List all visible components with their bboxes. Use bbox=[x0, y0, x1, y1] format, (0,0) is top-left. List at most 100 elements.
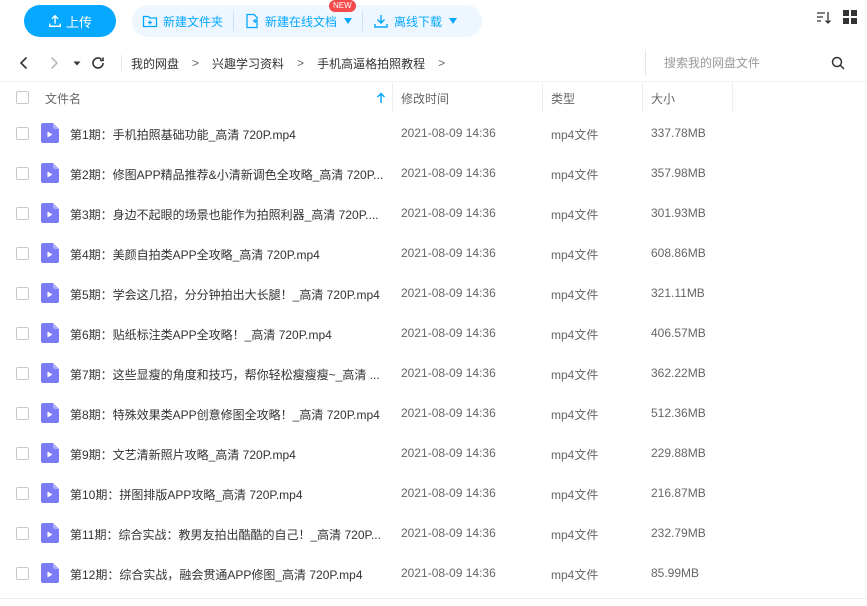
breadcrumb-separator: > bbox=[192, 56, 200, 70]
file-list: 第1期：手机拍照基础功能_高清 720P.mp4 2021-08-09 14:36… bbox=[0, 113, 867, 593]
video-file-icon bbox=[41, 283, 59, 303]
file-modified-time: 2021-08-09 14:36 bbox=[401, 406, 496, 420]
column-divider[interactable] bbox=[392, 83, 393, 113]
table-row[interactable]: 第10期：拼图排版APP攻略_高清 720P.mp4 2021-08-09 14:… bbox=[0, 473, 867, 513]
file-name[interactable]: 第8期：特殊效果类APP创意修图全攻略！_高清 720P.mp4 bbox=[70, 406, 386, 423]
file-size: 406.57MB bbox=[651, 326, 706, 340]
chevron-down-icon bbox=[344, 18, 353, 24]
file-size: 301.93MB bbox=[651, 206, 706, 220]
row-checkbox[interactable] bbox=[16, 287, 29, 300]
table-row[interactable]: 第2期：修图APP精品推荐&小清新调色全攻略_高清 720P... 2021-08… bbox=[0, 153, 867, 193]
file-modified-time: 2021-08-09 14:36 bbox=[401, 246, 496, 260]
row-checkbox[interactable] bbox=[16, 327, 29, 340]
table-row[interactable]: 第9期：文艺清新照片攻略_高清 720P.mp4 2021-08-09 14:36… bbox=[0, 433, 867, 473]
file-size: 321.11MB bbox=[651, 286, 705, 300]
file-size: 362.22MB bbox=[651, 366, 706, 380]
video-file-icon bbox=[41, 443, 59, 463]
forward-icon[interactable] bbox=[46, 55, 62, 71]
new-badge: NEW bbox=[329, 0, 356, 12]
grid-view-icon[interactable] bbox=[842, 9, 858, 25]
file-type: mp4文件 bbox=[551, 128, 599, 142]
select-all-checkbox[interactable] bbox=[16, 91, 29, 104]
file-name[interactable]: 第7期：这些显瘦的角度和技巧，帮你轻松瘦瘦瘦~_高清 ... bbox=[70, 366, 386, 383]
column-header-size[interactable]: 大小 bbox=[651, 83, 675, 113]
refresh-icon[interactable] bbox=[90, 55, 106, 71]
file-size: 337.78MB bbox=[651, 126, 706, 140]
search-box bbox=[645, 50, 855, 76]
column-header-type[interactable]: 类型 bbox=[551, 83, 575, 113]
column-header-name[interactable]: 文件名 bbox=[45, 83, 81, 113]
offline-download-button[interactable]: 离线下载 bbox=[362, 11, 467, 31]
file-name[interactable]: 第12期：综合实战，融会贯通APP修图_高清 720P.mp4 bbox=[70, 566, 386, 583]
table-row[interactable]: 第11期：综合实战：教男友拍出酷酷的自己！_高清 720P... 2021-08-… bbox=[0, 513, 867, 553]
search-input[interactable] bbox=[664, 56, 824, 70]
breadcrumb-item[interactable]: 手机高逼格拍照教程 bbox=[317, 55, 425, 72]
file-name[interactable]: 第5期：学会这几招，分分钟拍出大长腿！_高清 720P.mp4 bbox=[70, 286, 386, 303]
file-type: mp4文件 bbox=[551, 368, 599, 382]
video-file-icon bbox=[41, 563, 59, 583]
file-size: 608.86MB bbox=[651, 246, 706, 260]
breadcrumb-item[interactable]: 兴趣学习资料 bbox=[212, 55, 284, 72]
file-name[interactable]: 第10期：拼图排版APP攻略_高清 720P.mp4 bbox=[70, 486, 386, 503]
new-doc-button[interactable]: 新建在线文档 bbox=[233, 11, 362, 31]
file-type: mp4文件 bbox=[551, 208, 599, 222]
file-name[interactable]: 第9期：文艺清新照片攻略_高清 720P.mp4 bbox=[70, 446, 386, 463]
row-checkbox[interactable] bbox=[16, 527, 29, 540]
file-name[interactable]: 第3期：身边不起眼的场景也能作为拍照利器_高清 720P.... bbox=[70, 206, 386, 223]
history-dropdown-icon[interactable] bbox=[71, 55, 83, 71]
table-row[interactable]: 第8期：特殊效果类APP创意修图全攻略！_高清 720P.mp4 2021-08-… bbox=[0, 393, 867, 433]
file-name[interactable]: 第2期：修图APP精品推荐&小清新调色全攻略_高清 720P... bbox=[70, 166, 386, 183]
file-name[interactable]: 第1期：手机拍照基础功能_高清 720P.mp4 bbox=[70, 126, 386, 143]
row-checkbox[interactable] bbox=[16, 407, 29, 420]
breadcrumb-item[interactable]: 我的网盘 bbox=[131, 55, 179, 72]
table-row[interactable]: 第12期：综合实战，融会贯通APP修图_高清 720P.mp4 2021-08-0… bbox=[0, 553, 867, 593]
row-checkbox[interactable] bbox=[16, 167, 29, 180]
file-type: mp4文件 bbox=[551, 328, 599, 342]
table-row[interactable]: 第1期：手机拍照基础功能_高清 720P.mp4 2021-08-09 14:36… bbox=[0, 113, 867, 153]
file-size: 229.88MB bbox=[651, 446, 706, 460]
file-modified-time: 2021-08-09 14:36 bbox=[401, 326, 496, 340]
file-type: mp4文件 bbox=[551, 248, 599, 262]
file-name[interactable]: 第11期：综合实战：教男友拍出酷酷的自己！_高清 720P... bbox=[70, 526, 386, 543]
row-checkbox[interactable] bbox=[16, 207, 29, 220]
row-checkbox[interactable] bbox=[16, 127, 29, 140]
row-checkbox[interactable] bbox=[16, 487, 29, 500]
download-icon bbox=[374, 15, 388, 28]
column-divider[interactable] bbox=[732, 83, 733, 113]
table-row[interactable]: 第4期：美颜自拍类APP全攻略_高清 720P.mp4 2021-08-09 14… bbox=[0, 233, 867, 273]
table-row[interactable]: 第6期：贴纸标注类APP全攻略！_高清 720P.mp4 2021-08-09 1… bbox=[0, 313, 867, 353]
row-checkbox[interactable] bbox=[16, 567, 29, 580]
file-type: mp4文件 bbox=[551, 448, 599, 462]
divider bbox=[0, 598, 867, 599]
upload-button[interactable]: 上传 bbox=[24, 5, 116, 37]
sort-ascending-icon[interactable] bbox=[376, 92, 386, 104]
file-modified-time: 2021-08-09 14:36 bbox=[401, 126, 496, 140]
back-icon[interactable] bbox=[16, 55, 32, 71]
row-checkbox[interactable] bbox=[16, 247, 29, 260]
file-type: mp4文件 bbox=[551, 288, 599, 302]
video-file-icon bbox=[41, 243, 59, 263]
chevron-down-icon bbox=[449, 18, 458, 24]
file-type: mp4文件 bbox=[551, 168, 599, 182]
column-divider[interactable] bbox=[542, 83, 543, 113]
table-row[interactable]: 第7期：这些显瘦的角度和技巧，帮你轻松瘦瘦瘦~_高清 ... 2021-08-09… bbox=[0, 353, 867, 393]
new-doc-label: 新建在线文档 bbox=[265, 14, 338, 29]
upload-icon bbox=[49, 14, 61, 27]
file-size: 216.87MB bbox=[651, 486, 706, 500]
table-row[interactable]: 第3期：身边不起眼的场景也能作为拍照利器_高清 720P.... 2021-08-… bbox=[0, 193, 867, 233]
new-folder-button[interactable]: 新建文件夹 bbox=[132, 11, 233, 31]
file-size: 357.98MB bbox=[651, 166, 706, 180]
file-modified-time: 2021-08-09 14:36 bbox=[401, 566, 496, 580]
sort-icon[interactable] bbox=[815, 9, 833, 27]
file-name[interactable]: 第6期：贴纸标注类APP全攻略！_高清 720P.mp4 bbox=[70, 326, 386, 343]
row-checkbox[interactable] bbox=[16, 447, 29, 460]
file-modified-time: 2021-08-09 14:36 bbox=[401, 166, 496, 180]
column-divider[interactable] bbox=[642, 83, 643, 113]
search-icon[interactable] bbox=[831, 56, 845, 70]
row-checkbox[interactable] bbox=[16, 367, 29, 380]
new-folder-icon bbox=[142, 15, 158, 28]
file-name[interactable]: 第4期：美颜自拍类APP全攻略_高清 720P.mp4 bbox=[70, 246, 386, 263]
table-row[interactable]: 第5期：学会这几招，分分钟拍出大长腿！_高清 720P.mp4 2021-08-0… bbox=[0, 273, 867, 313]
column-header-modified[interactable]: 修改时间 bbox=[401, 83, 449, 113]
offline-download-label: 离线下载 bbox=[394, 14, 443, 29]
